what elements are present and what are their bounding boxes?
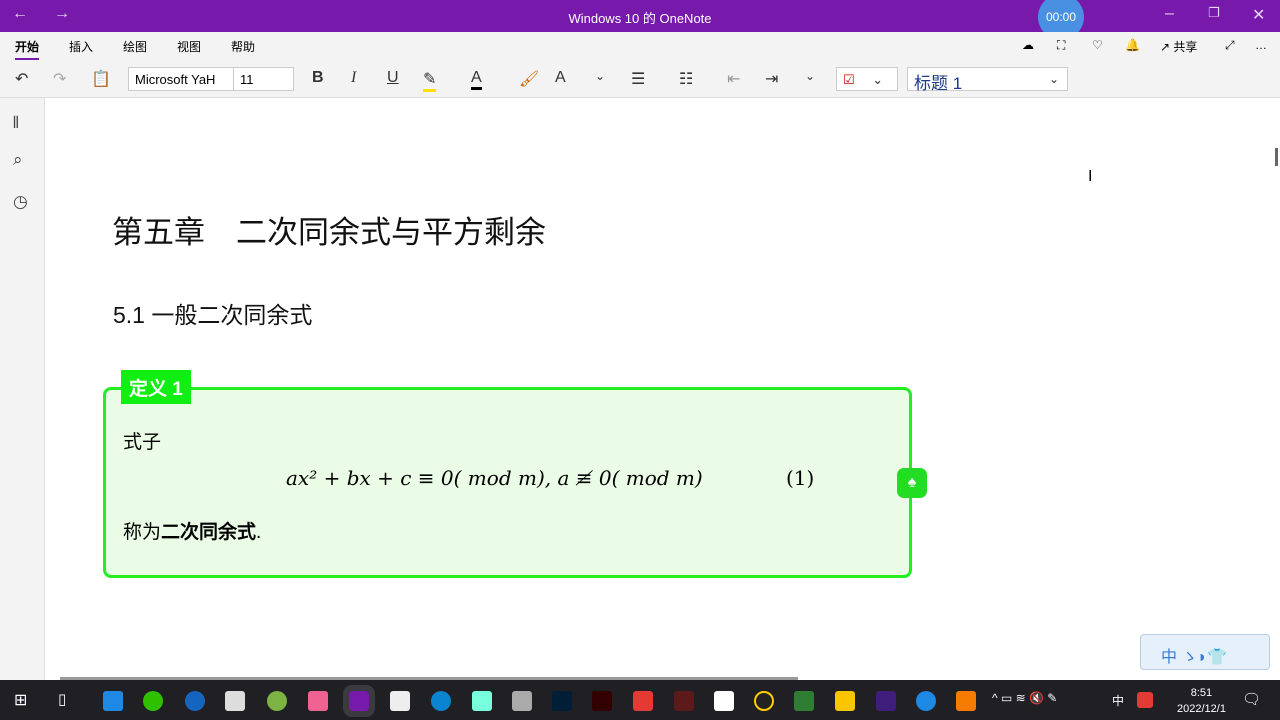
7zip-icon[interactable] — [225, 691, 245, 711]
term: 二次同余式 — [161, 522, 257, 543]
restore-button[interactable]: ❐ — [1208, 5, 1220, 21]
ime-mode[interactable]: 中 — [1161, 649, 1177, 666]
bold-icon[interactable]: B — [312, 69, 324, 87]
app-icon[interactable] — [390, 691, 410, 711]
format-painter-icon[interactable]: 🖌 — [519, 69, 539, 89]
ime-toolbar[interactable]: 中 ゝ◗👕 — [1140, 634, 1270, 670]
definition-tag: 定义 1 — [121, 370, 191, 404]
numbering-icon[interactable]: ☷ — [679, 69, 693, 89]
page-title: 第五章 二次同余式与平方剩余 — [112, 215, 546, 250]
undo-icon[interactable]: ↶ — [15, 69, 28, 89]
share-button[interactable]: ↗ 共享 — [1160, 38, 1197, 55]
immersive-reader-icon[interactable]: ⛶ — [1057, 38, 1065, 53]
qq-icon[interactable] — [754, 691, 774, 711]
text-cursor-icon: I — [1088, 168, 1093, 185]
clipboard-icon[interactable]: 📋 — [91, 69, 111, 89]
chevron-down-icon[interactable]: ⌄ — [805, 69, 815, 83]
indent-icon[interactable]: ⇥ — [765, 69, 778, 89]
paint-icon[interactable] — [267, 691, 287, 711]
todo-tag-button[interactable]: ☑ ⌄ — [836, 67, 898, 91]
minimize-button[interactable]: – — [1165, 5, 1174, 23]
chevron-down-icon[interactable]: ⌄ — [595, 69, 605, 83]
style-label: 标题 1 — [914, 74, 963, 93]
font-size-input[interactable]: 11 — [233, 67, 294, 91]
taskbar: ⊞ ▯ ^ ▭ ≋ 🔇 ✎ 中 8:51 2022/12/1 🗨 — [0, 680, 1280, 720]
outro-suffix: . — [256, 522, 262, 543]
tray-icons[interactable]: ^ ▭ ≋ 🔇 ✎ — [992, 691, 1057, 705]
lightbulb-icon[interactable]: ♡ — [1092, 38, 1103, 52]
more-icon[interactable]: … — [1255, 38, 1267, 52]
font-color-icon[interactable]: A — [471, 69, 482, 90]
definition-intro: 式子 — [123, 432, 162, 453]
tab-draw[interactable]: 绘图 — [123, 38, 147, 55]
definition-outro: 称为二次同余式. — [123, 517, 261, 544]
app-icon[interactable] — [308, 691, 328, 711]
wechat-icon[interactable] — [143, 691, 163, 711]
tray-language[interactable]: 中 — [1112, 692, 1124, 709]
expand-icon[interactable]: ⤢ — [1225, 38, 1235, 53]
notification-icon[interactable]: 🗨 — [1242, 690, 1261, 708]
app-icon[interactable] — [794, 691, 814, 711]
toolbar: ↶ ↷ 📋 Microsoft YaH 11 B I U ✎ A 🖌 A ⌄ ☰… — [0, 60, 1280, 98]
tab-home[interactable]: 开始 — [15, 38, 40, 60]
app-icon[interactable] — [185, 691, 205, 711]
redo-icon[interactable]: ↷ — [53, 69, 66, 89]
vertical-scrollbar[interactable] — [1275, 148, 1278, 166]
search-icon[interactable]: ⌕ — [13, 150, 23, 170]
window-title: Windows 10 的 OneNote — [568, 11, 712, 26]
app-icon[interactable] — [674, 691, 694, 711]
bullets-icon[interactable]: ☰ — [631, 69, 645, 89]
recent-icon[interactable]: ◷ — [13, 192, 28, 212]
notebooks-icon[interactable]: 𝍪 — [13, 110, 19, 139]
section-heading: 5.1 一般二次同余式 — [113, 302, 313, 328]
ribbon-tabs: 开始 插入 绘图 视图 帮助 ☁ ⛶ ♡ 🔔 ↗ 共享 ⤢ … — [0, 32, 1280, 60]
app-icon[interactable] — [876, 691, 896, 711]
file-explorer-icon[interactable] — [835, 691, 855, 711]
outdent-icon[interactable]: ⇤ — [727, 69, 740, 89]
equation: ax² + bx + c ≡ 0( mod m), a ≢ 0( mod m) — [286, 466, 703, 490]
share-label: 共享 — [1173, 40, 1198, 54]
illustrator-icon[interactable] — [592, 691, 612, 711]
outro-prefix: 称为 — [123, 522, 162, 543]
app-icon[interactable] — [512, 691, 532, 711]
tab-insert[interactable]: 插入 — [69, 38, 93, 55]
bell-icon[interactable]: 🔔 — [1125, 38, 1140, 52]
font-name-input[interactable]: Microsoft YaH — [128, 67, 234, 91]
edge-icon[interactable] — [431, 691, 451, 711]
app-icon[interactable] — [916, 691, 936, 711]
tab-view[interactable]: 视图 — [177, 38, 201, 55]
app-icon[interactable] — [472, 691, 492, 711]
app-icon[interactable] — [714, 691, 734, 711]
task-view-icon[interactable]: ▯ — [58, 690, 66, 708]
sidebar: 𝍪 ⌕ ◷ — [0, 98, 45, 680]
italic-icon[interactable]: I — [351, 69, 356, 87]
title-bar: ← → Windows 10 的 OneNote 00:00 – ❐ ✕ — [0, 0, 1280, 40]
clear-format-icon[interactable]: A — [555, 69, 566, 87]
box-handle-icon[interactable]: ♠ — [897, 468, 927, 498]
equation-number: (1) — [786, 466, 815, 490]
sogou-icon[interactable] — [1137, 692, 1153, 708]
onenote-icon[interactable] — [343, 685, 375, 717]
clock[interactable]: 8:51 2022/12/1 — [1177, 685, 1226, 717]
wps-icon[interactable] — [633, 691, 653, 711]
photoshop-icon[interactable] — [552, 691, 572, 711]
start-icon[interactable]: ⊞ — [14, 690, 27, 710]
app-icon[interactable] — [956, 691, 976, 711]
sync-icon[interactable]: ☁ — [1022, 38, 1034, 52]
style-select[interactable]: 标题 1 ⌄ — [907, 67, 1068, 93]
close-button[interactable]: ✕ — [1252, 5, 1265, 25]
time: 8:51 — [1190, 687, 1213, 699]
highlight-icon[interactable]: ✎ — [423, 69, 437, 92]
date: 2022/12/1 — [1177, 703, 1226, 715]
app-icon[interactable] — [103, 691, 123, 711]
underline-icon[interactable]: U — [387, 69, 399, 87]
tab-help[interactable]: 帮助 — [231, 38, 255, 55]
